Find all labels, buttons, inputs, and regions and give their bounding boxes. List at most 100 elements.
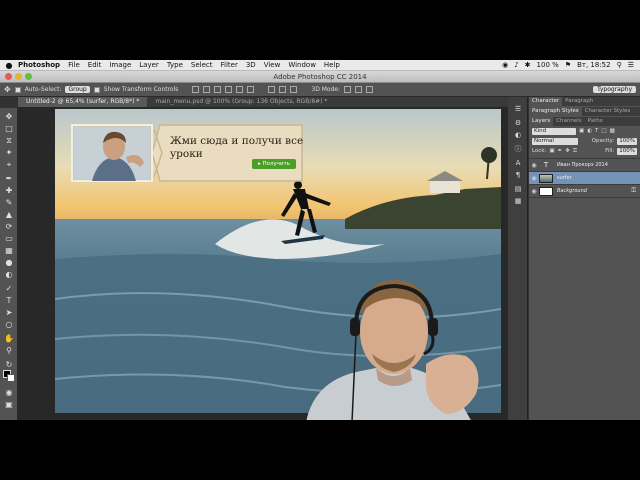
menu-layer[interactable]: Layer xyxy=(139,61,159,69)
lock-transparent-icon[interactable]: ▣ xyxy=(549,148,554,154)
workspace-switcher[interactable]: Typography xyxy=(593,86,636,93)
align-left-icon[interactable] xyxy=(225,86,233,93)
dodge-tool-icon[interactable]: ◐ xyxy=(4,270,14,280)
close-window-icon[interactable] xyxy=(5,73,12,80)
layer-row-surfer[interactable]: ◉ surfer xyxy=(529,172,640,185)
volume-icon[interactable]: ♪ xyxy=(514,61,518,69)
menu-type[interactable]: Type xyxy=(167,61,183,69)
zoom-tool-icon[interactable]: ⚲ xyxy=(4,346,14,356)
info-panel-icon[interactable]: ⓘ xyxy=(513,145,523,154)
menu-select[interactable]: Select xyxy=(191,61,213,69)
filter-smart-icon[interactable]: ▩ xyxy=(610,128,615,134)
styles-panel-icon[interactable]: ▦ xyxy=(513,197,523,206)
character-panel-icon[interactable]: A xyxy=(513,159,523,168)
type-tool-icon[interactable]: T xyxy=(4,296,14,306)
layer-row-text[interactable]: ◉ T Иван Прокорэ 2014 xyxy=(529,159,640,172)
wifi-icon[interactable]: ◉ xyxy=(502,61,508,69)
filter-pixel-icon[interactable]: ▣ xyxy=(579,128,584,134)
3d-rotate-icon[interactable] xyxy=(344,86,352,93)
tab-main-menu[interactable]: main_menu.psd @ 100% (Group: 136 Objects… xyxy=(147,97,335,107)
adjustments-panel-icon[interactable]: ◐ xyxy=(513,131,523,140)
visibility-eye-icon[interactable]: ◉ xyxy=(529,162,539,169)
menu-file[interactable]: File xyxy=(68,61,80,69)
canvas-area[interactable]: Жми сюда и получи все уроки ▸ Получить xyxy=(18,107,508,420)
path-selection-tool-icon[interactable]: ➤ xyxy=(4,308,14,318)
shape-tool-icon[interactable]: ○ xyxy=(4,320,14,330)
bluetooth-icon[interactable]: ✱ xyxy=(525,61,531,69)
layer-kind-filter[interactable]: Kind xyxy=(532,127,576,135)
quick-mask-icon[interactable]: ◉ xyxy=(4,388,14,398)
menu-view[interactable]: View xyxy=(264,61,281,69)
layer-name[interactable]: surfer xyxy=(557,175,572,181)
align-top-icon[interactable] xyxy=(192,86,200,93)
visibility-eye-icon[interactable]: ◉ xyxy=(529,175,539,182)
3d-drag-icon[interactable] xyxy=(366,86,374,93)
battery-percent[interactable]: 100 % xyxy=(537,61,559,69)
blend-mode-dropdown[interactable]: Normal xyxy=(532,137,578,145)
fill-field[interactable]: 100% xyxy=(617,147,637,155)
filter-type-icon[interactable]: T xyxy=(595,128,598,134)
menu-filter[interactable]: Filter xyxy=(221,61,238,69)
menu-edit[interactable]: Edit xyxy=(88,61,102,69)
screen-mode-icon[interactable]: ▣ xyxy=(4,400,14,410)
move-tool-preset-icon[interactable]: ✥ xyxy=(4,85,11,94)
clone-stamp-tool-icon[interactable]: ▲ xyxy=(4,210,14,220)
distribute-vertical-icon[interactable] xyxy=(279,86,287,93)
menu-image[interactable]: Image xyxy=(109,61,131,69)
tab-character[interactable]: Character xyxy=(529,97,563,106)
paragraph-panel-icon[interactable]: ¶ xyxy=(513,171,523,180)
align-bottom-icon[interactable] xyxy=(214,86,222,93)
clock[interactable]: Вт, 18:52 xyxy=(577,61,611,69)
healing-brush-tool-icon[interactable]: ✚ xyxy=(4,186,14,196)
pen-tool-icon[interactable]: ✓ xyxy=(4,284,14,294)
lasso-tool-icon[interactable]: ⧖ xyxy=(4,136,14,146)
tab-untitled-2[interactable]: Untitled-2 @ 65,4% (surfer, RGB/8*) * xyxy=(18,97,148,107)
layer-name[interactable]: Иван Прокорэ 2014 xyxy=(557,162,608,168)
opacity-field[interactable]: 100% xyxy=(617,137,637,145)
lock-position-icon[interactable]: ✥ xyxy=(565,148,570,154)
auto-select-dropdown[interactable]: Group xyxy=(65,86,90,93)
align-right-icon[interactable] xyxy=(247,86,255,93)
glyphs-panel-icon[interactable]: ▤ xyxy=(513,185,523,194)
distribute-icon[interactable] xyxy=(268,86,276,93)
tab-layers[interactable]: Layers xyxy=(529,117,554,126)
align-middle-icon[interactable] xyxy=(203,86,211,93)
app-menu-photoshop[interactable]: Photoshop xyxy=(18,61,60,69)
tab-character-styles[interactable]: Character Styles xyxy=(582,107,634,116)
filter-shape-icon[interactable]: □ xyxy=(601,128,606,134)
background-color-swatch[interactable] xyxy=(7,374,15,382)
gradient-tool-icon[interactable]: ▦ xyxy=(4,246,14,256)
crop-tool-icon[interactable]: ⌖ xyxy=(4,160,14,170)
lock-all-icon[interactable]: ⚿ xyxy=(573,148,577,155)
zoom-window-icon[interactable] xyxy=(25,73,32,80)
transform-controls-checkbox[interactable] xyxy=(93,86,100,93)
notification-center-icon[interactable]: ☰ xyxy=(628,61,634,69)
menu-help[interactable]: Help xyxy=(324,61,340,69)
eyedropper-tool-icon[interactable]: ✒ xyxy=(4,174,14,184)
move-tool-icon[interactable]: ✥ xyxy=(4,112,14,122)
3d-roll-icon[interactable] xyxy=(355,86,363,93)
flag-icon[interactable]: ⚑ xyxy=(565,61,571,69)
minimize-window-icon[interactable] xyxy=(15,73,22,80)
distribute-horizontal-icon[interactable] xyxy=(290,86,298,93)
menu-3d[interactable]: 3D xyxy=(246,61,256,69)
banner-get-button[interactable]: ▸ Получить xyxy=(252,159,297,169)
tab-paragraph-styles[interactable]: Paragraph Styles xyxy=(529,107,582,116)
auto-select-checkbox[interactable] xyxy=(14,86,21,93)
blur-tool-icon[interactable]: ● xyxy=(4,258,14,268)
swap-colors-icon[interactable]: ↻ xyxy=(4,360,14,370)
marquee-tool-icon[interactable]: □ xyxy=(4,124,14,134)
visibility-eye-icon[interactable]: ◉ xyxy=(529,188,539,195)
hand-tool-icon[interactable]: ✋ xyxy=(4,334,14,344)
eraser-tool-icon[interactable]: ▭ xyxy=(4,234,14,244)
filter-adjustment-icon[interactable]: ◐ xyxy=(587,128,592,134)
lock-pixels-icon[interactable]: ✒ xyxy=(558,148,563,154)
layer-row-background[interactable]: ◉ Background ⚿ xyxy=(529,185,640,198)
properties-panel-icon[interactable]: ⚙ xyxy=(513,119,523,128)
layer-name[interactable]: Background xyxy=(557,188,587,194)
tab-paragraph[interactable]: Paragraph xyxy=(562,97,596,106)
promo-banner[interactable]: Жми сюда и получи все уроки ▸ Получить xyxy=(70,123,304,183)
search-icon[interactable]: ⚲ xyxy=(617,61,622,69)
align-center-icon[interactable] xyxy=(236,86,244,93)
history-panel-icon[interactable]: ☰ xyxy=(513,105,523,114)
